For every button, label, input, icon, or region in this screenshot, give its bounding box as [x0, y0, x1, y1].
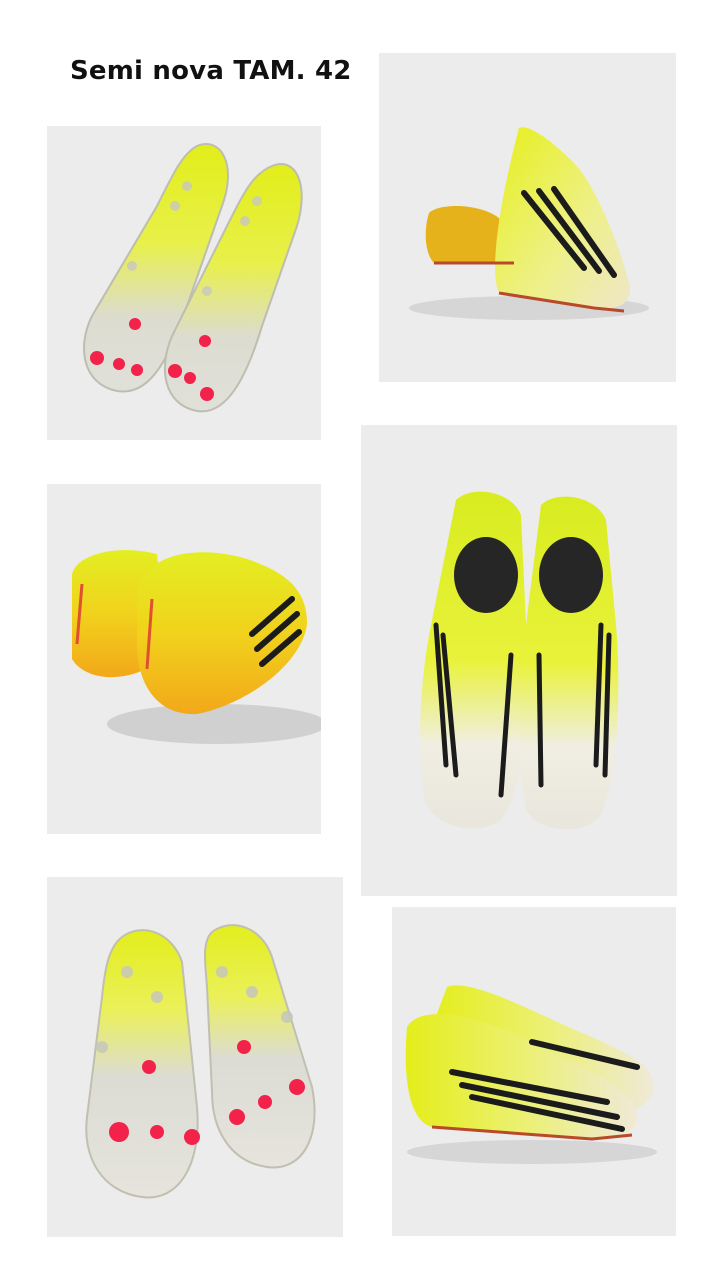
photo-soles-bottom [47, 877, 343, 1237]
photo-side-pair [379, 53, 676, 382]
page-title: Semi nova TAM. 42 [70, 56, 352, 86]
photo-top-down [361, 425, 677, 896]
photo-side-pair-low [392, 907, 676, 1236]
photo-soles-top [47, 126, 321, 440]
photo-heels [47, 484, 321, 834]
